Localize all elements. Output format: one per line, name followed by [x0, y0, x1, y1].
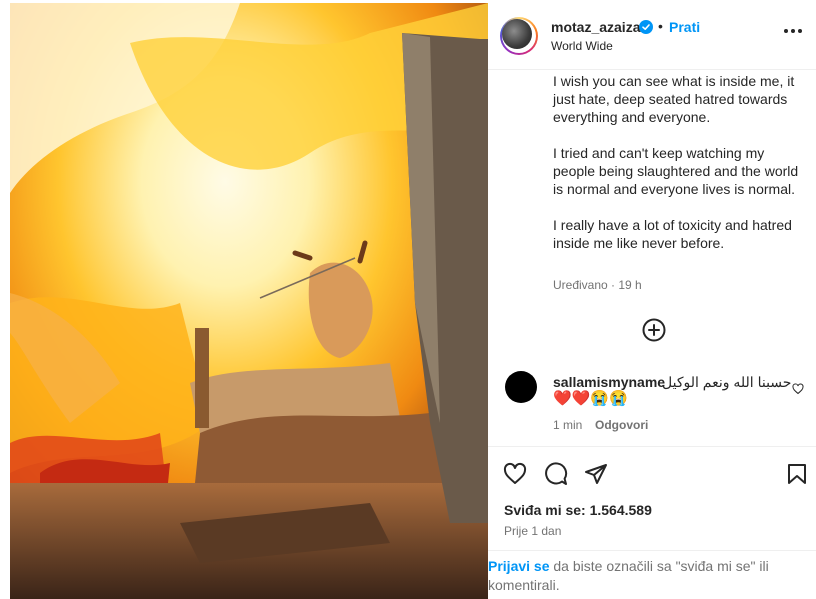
header-separator: •	[658, 18, 663, 34]
comment-text: حسبنا الله ونعم الوكيل	[662, 374, 792, 390]
post-location[interactable]: World Wide	[551, 39, 613, 53]
paper-plane-icon[interactable]	[584, 462, 608, 486]
reply-button[interactable]: Odgovori	[595, 418, 648, 432]
caption-paragraph: I tried and can't keep watching my peopl…	[553, 145, 799, 197]
post-image[interactable]	[10, 3, 488, 599]
login-link[interactable]: Prijavi se	[488, 558, 550, 574]
author-avatar[interactable]	[500, 17, 538, 55]
avatar-image	[502, 19, 532, 49]
post-time[interactable]: Prije 1 dan	[504, 524, 561, 538]
login-prompt: Prijavi se da biste označili sa "sviđa m…	[488, 557, 778, 595]
more-options-icon[interactable]	[784, 29, 802, 35]
post-header: motaz_azaiza • Prati World Wide	[488, 0, 816, 70]
comment-bubble-icon[interactable]	[544, 462, 568, 486]
post-photo-graphic	[10, 3, 488, 599]
commenter-username[interactable]: sallamismyname	[553, 374, 665, 390]
likes-count[interactable]: Sviđa mi se: 1.564.589	[504, 502, 652, 518]
post-details-panel: motaz_azaiza • Prati World Wide I wish y…	[488, 0, 816, 599]
more-dot	[798, 29, 802, 33]
comment-like-icon[interactable]	[792, 382, 804, 395]
follow-button[interactable]: Prati	[669, 19, 700, 35]
comment-emojis: ❤️❤️😭😭	[553, 390, 628, 407]
post-caption: I wish you can see what is inside me, it…	[553, 72, 805, 270]
edited-timestamp: Uređivano · 19 h	[553, 278, 642, 292]
comment-time: 1 min	[553, 418, 583, 432]
more-dot	[791, 29, 795, 33]
bookmark-icon[interactable]	[785, 462, 809, 486]
heart-outline-icon[interactable]	[503, 462, 527, 486]
verified-badge-icon	[639, 20, 653, 34]
caption-paragraph: I really have a lot of toxicity and hatr…	[553, 217, 792, 251]
divider	[488, 446, 816, 447]
author-username[interactable]: motaz_azaiza	[551, 19, 640, 35]
divider	[488, 550, 816, 551]
commenter-avatar[interactable]	[505, 371, 537, 403]
caption-paragraph: I wish you can see what is inside me, it…	[553, 73, 795, 125]
plus-circle-icon[interactable]	[642, 318, 666, 342]
more-dot	[784, 29, 788, 33]
